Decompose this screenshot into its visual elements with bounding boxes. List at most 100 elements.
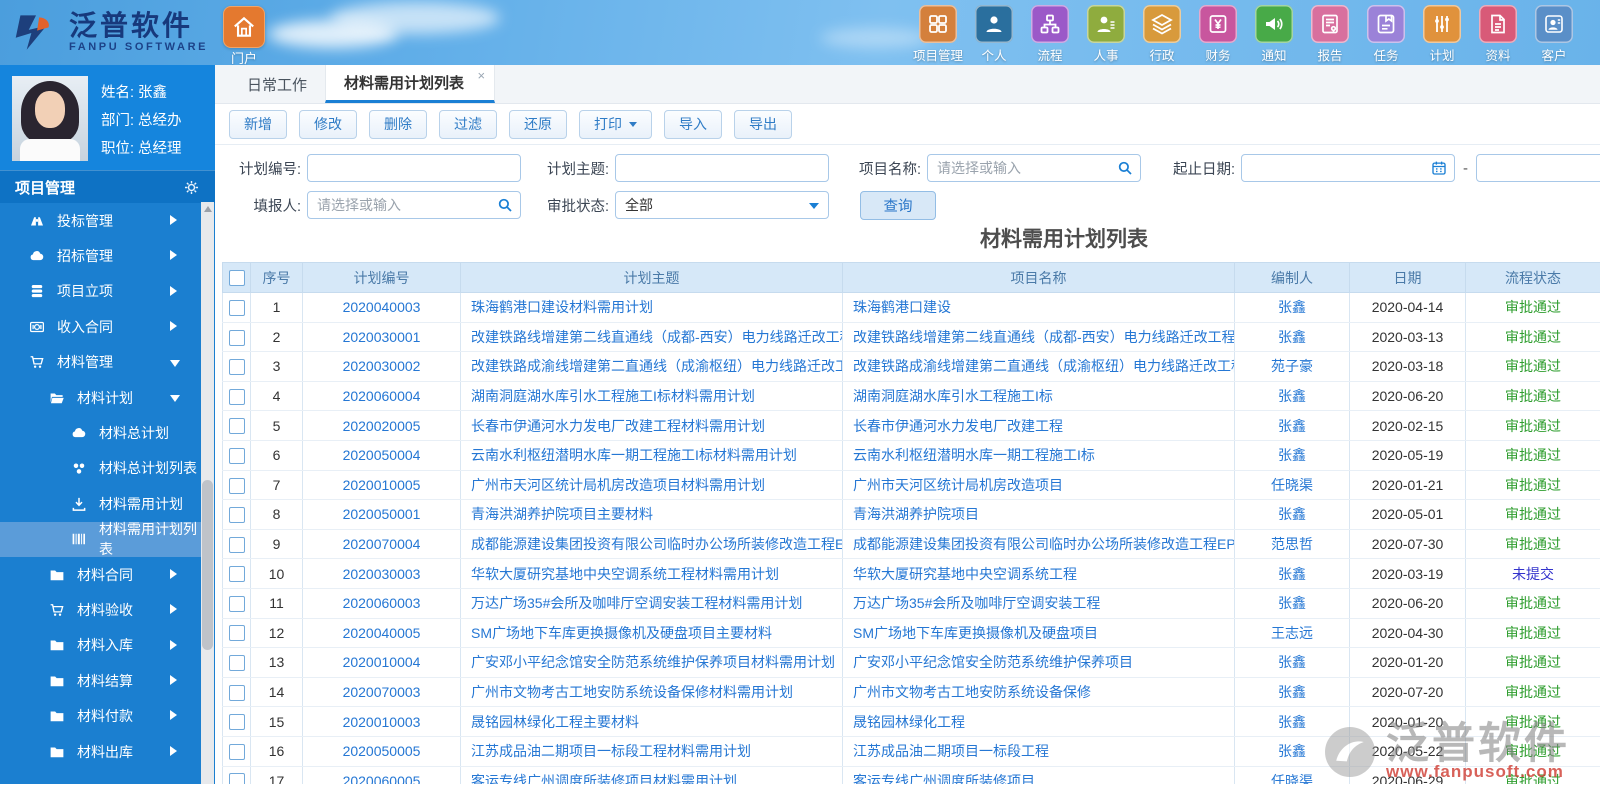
top-nav-item[interactable]: 个人	[966, 5, 1022, 64]
cell-author-link[interactable]: 张鑫	[1278, 299, 1306, 315]
cell-author-link[interactable]: 张鑫	[1278, 714, 1306, 730]
cell-author-link[interactable]: 张鑫	[1278, 595, 1306, 611]
cell-author-link[interactable]: 任晓渠	[1271, 477, 1313, 493]
date-from-input[interactable]	[1241, 154, 1455, 182]
sidebar-menu-item[interactable]: 材料计划	[0, 380, 201, 415]
row-checkbox[interactable]	[229, 359, 245, 375]
sidebar-menu-item[interactable]: 材料总计划列表	[0, 451, 201, 486]
cell-author-link[interactable]: 张鑫	[1278, 329, 1306, 345]
cell-subject-link[interactable]: 广州市文物考古工地安防系统设备保修材料需用计划	[461, 682, 842, 702]
cell-plan-no-link[interactable]: 2020010004	[343, 654, 421, 670]
toolbar-button[interactable]: 过滤	[439, 110, 497, 139]
toolbar-button[interactable]: 修改	[299, 110, 357, 139]
cell-plan-no-link[interactable]: 2020040003	[343, 299, 421, 315]
sidebar-menu-item[interactable]: 材料验收	[0, 592, 201, 627]
cell-plan-no-link[interactable]: 2020060003	[343, 595, 421, 611]
toolbar-button[interactable]: 打印	[579, 110, 652, 139]
sidebar-menu-item[interactable]: 材料入库	[0, 628, 201, 663]
cell-subject-link[interactable]: 广安邓小平纪念馆安全防范系统维护保养项目材料需用计划	[461, 652, 842, 672]
cell-subject-link[interactable]: 改建铁路成渝线增建第二直通线（成渝枢纽）电力线路迁改工程...	[461, 356, 842, 376]
cell-plan-no-link[interactable]: 2020010003	[343, 714, 421, 730]
sidebar-scrollbar[interactable]	[201, 202, 214, 784]
cell-author-link[interactable]: 张鑫	[1278, 447, 1306, 463]
cell-subject-link[interactable]: 成都能源建设集团投资有限公司临时办公场所装修改造工程EPC...	[461, 534, 842, 554]
cell-subject-link[interactable]: 晟铭园林绿化工程主要材料	[461, 712, 842, 732]
cell-plan-no-link[interactable]: 2020050004	[343, 447, 421, 463]
sidebar-menu-item[interactable]: 招标管理	[0, 238, 201, 273]
cell-author-link[interactable]: 张鑫	[1278, 418, 1306, 434]
select-all-checkbox[interactable]	[229, 270, 245, 286]
cell-plan-no-link[interactable]: 2020050005	[343, 743, 421, 759]
top-nav-item[interactable]: 通知	[1246, 5, 1302, 64]
cell-plan-no-link[interactable]: 2020010005	[343, 477, 421, 493]
cell-plan-no-link[interactable]: 2020040005	[343, 625, 421, 641]
scrollbar-thumb[interactable]	[202, 480, 213, 650]
cell-author-link[interactable]: 张鑫	[1278, 506, 1306, 522]
sidebar-menu-item[interactable]: 材料管理	[0, 345, 201, 380]
sidebar-menu-item[interactable]: 材料总计划	[0, 415, 201, 450]
row-checkbox[interactable]	[229, 478, 245, 494]
sidebar-menu-item[interactable]: 材料合同	[0, 557, 201, 592]
sidebar-menu-item[interactable]: 材料结算	[0, 663, 201, 698]
cell-project-link[interactable]: 珠海鹤港口建设	[843, 297, 1234, 317]
cell-subject-link[interactable]: 珠海鹤港口建设材料需用计划	[461, 297, 842, 317]
cell-project-link[interactable]: 湖南洞庭湖水库引水工程施工I标	[843, 386, 1234, 406]
sidebar-menu-item[interactable]: 投标管理	[0, 203, 201, 238]
cell-subject-link[interactable]: SM广场地下车库更换摄像机及硬盘项目主要材料	[461, 623, 842, 643]
cell-author-link[interactable]: 任晓渠	[1271, 773, 1313, 784]
cell-project-link[interactable]: 成都能源建设集团投资有限公司临时办公场所装修改造工程EPC...	[843, 534, 1234, 554]
cell-plan-no-link[interactable]: 2020020005	[343, 418, 421, 434]
top-nav-item[interactable]: 财务	[1190, 5, 1246, 64]
cell-project-link[interactable]: 长春市伊通河水力发电厂改建工程	[843, 416, 1234, 436]
reporter-input[interactable]	[307, 191, 521, 219]
cell-subject-link[interactable]: 江苏成品油二期项目一标段工程材料需用计划	[461, 741, 842, 761]
cell-project-link[interactable]: 晟铭园林绿化工程	[843, 712, 1234, 732]
cell-project-link[interactable]: 江苏成品油二期项目一标段工程	[843, 741, 1234, 761]
top-nav-item[interactable]: 任务	[1358, 5, 1414, 64]
search-icon[interactable]	[1116, 159, 1134, 177]
plan-no-input[interactable]	[307, 154, 521, 182]
row-checkbox[interactable]	[229, 596, 245, 612]
tab-close-icon[interactable]: ×	[477, 68, 485, 83]
search-icon[interactable]	[496, 196, 514, 214]
cell-subject-link[interactable]: 华软大厦研究基地中央空调系统工程材料需用计划	[461, 564, 842, 584]
row-checkbox[interactable]	[229, 330, 245, 346]
cell-plan-no-link[interactable]: 2020060005	[343, 773, 421, 784]
row-checkbox[interactable]	[229, 744, 245, 760]
sidebar-menu-item[interactable]: 材料需用计划列表	[0, 522, 201, 557]
cell-plan-no-link[interactable]: 2020050001	[343, 506, 421, 522]
cell-subject-link[interactable]: 万达广场35#会所及咖啡厅空调安装工程材料需用计划	[461, 593, 842, 613]
row-checkbox[interactable]	[229, 714, 245, 730]
toolbar-button[interactable]: 导出	[734, 110, 792, 139]
sidebar-menu-item[interactable]: 收入合同	[0, 309, 201, 344]
row-checkbox[interactable]	[229, 300, 245, 316]
cell-author-link[interactable]: 张鑫	[1278, 684, 1306, 700]
toolbar-button[interactable]: 删除	[369, 110, 427, 139]
cell-plan-no-link[interactable]: 2020060004	[343, 388, 421, 404]
portal-button[interactable]: 门户	[221, 6, 267, 67]
project-input[interactable]	[927, 154, 1141, 182]
cell-project-link[interactable]: 改建铁路成渝线增建第二直通线（成渝枢纽）电力线路迁改工程	[843, 356, 1234, 376]
toolbar-button[interactable]: 还原	[509, 110, 567, 139]
row-checkbox[interactable]	[229, 773, 245, 784]
subject-input[interactable]	[615, 154, 829, 182]
calendar-icon[interactable]	[1430, 159, 1448, 177]
cell-plan-no-link[interactable]: 2020030002	[343, 358, 421, 374]
cell-author-link[interactable]: 范思哲	[1271, 536, 1313, 552]
top-nav-item[interactable]: 客户	[1526, 5, 1582, 64]
cell-subject-link[interactable]: 云南水利枢纽潜明水库一期工程施工I标材料需用计划	[461, 445, 842, 465]
cell-author-link[interactable]: 苑子豪	[1271, 358, 1313, 374]
cell-subject-link[interactable]: 青海洪湖养护院项目主要材料	[461, 504, 842, 524]
cell-subject-link[interactable]: 广州市天河区统计局机房改造项目材料需用计划	[461, 475, 842, 495]
cell-subject-link[interactable]: 改建铁路线增建第二线直通线（成都-西安）电力线路迁改工程...	[461, 327, 842, 347]
sidebar-menu-item[interactable]: 材料需用计划	[0, 486, 201, 521]
cell-plan-no-link[interactable]: 2020030001	[343, 329, 421, 345]
cell-subject-link[interactable]: 湖南洞庭湖水库引水工程施工I标材料需用计划	[461, 386, 842, 406]
cell-project-link[interactable]: 广州市文物考古工地安防系统设备保修	[843, 682, 1234, 702]
row-checkbox[interactable]	[229, 448, 245, 464]
row-checkbox[interactable]	[229, 566, 245, 582]
cell-project-link[interactable]: 青海洪湖养护院项目	[843, 504, 1234, 524]
cell-project-link[interactable]: SM广场地下车库更换摄像机及硬盘项目	[843, 623, 1234, 643]
row-checkbox[interactable]	[229, 389, 245, 405]
cell-project-link[interactable]: 万达广场35#会所及咖啡厅空调安装工程	[843, 593, 1234, 613]
